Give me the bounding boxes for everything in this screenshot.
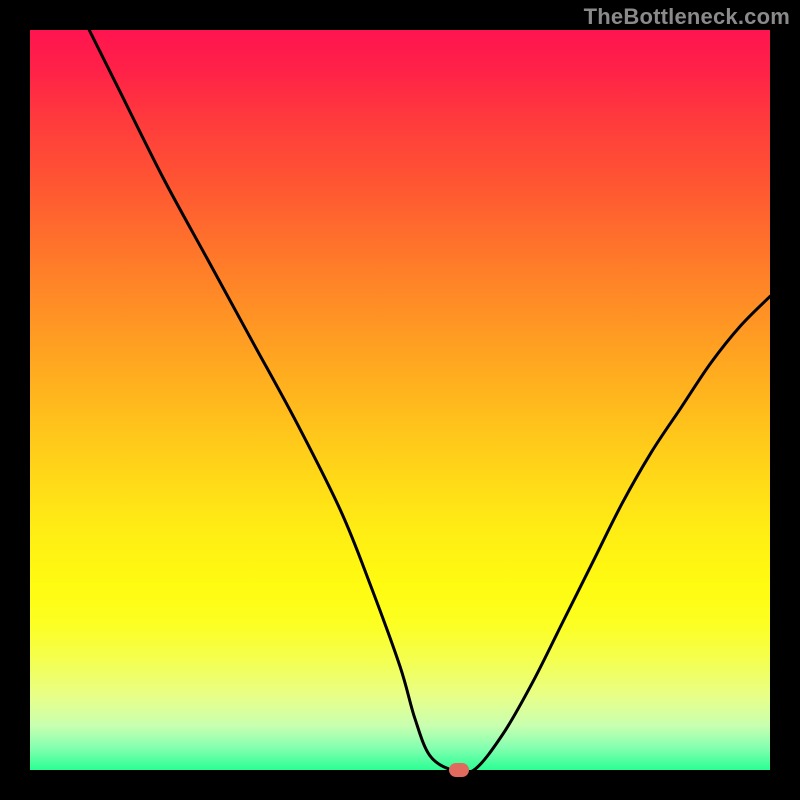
optimum-marker (449, 763, 469, 777)
watermark-label: TheBottleneck.com (584, 4, 790, 30)
chart-frame: TheBottleneck.com (0, 0, 800, 800)
bottleneck-curve (30, 30, 770, 770)
plot-area (30, 30, 770, 770)
